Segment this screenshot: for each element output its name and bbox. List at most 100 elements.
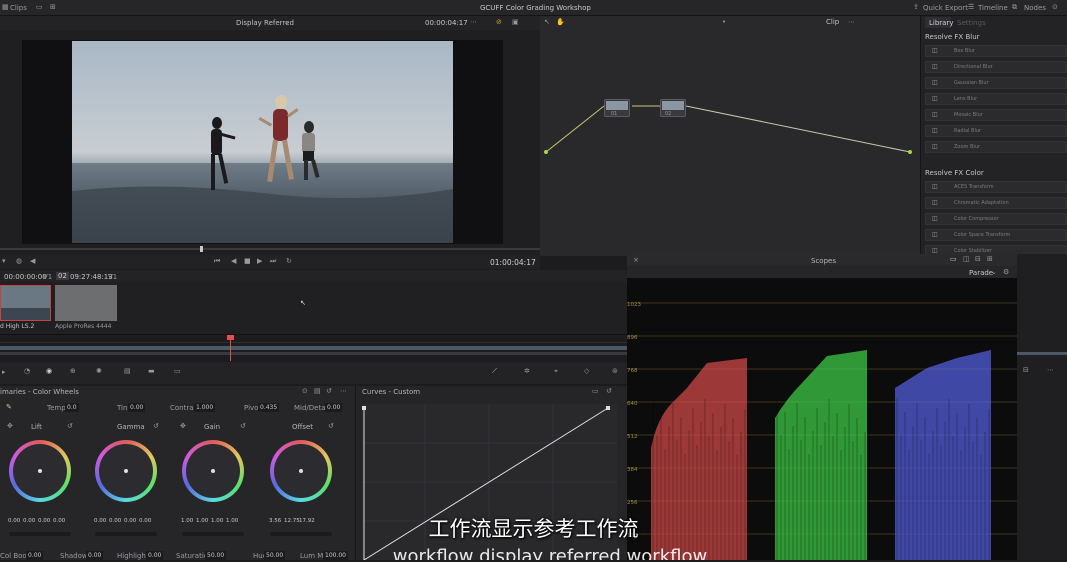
panel-options-icon[interactable]: ⊙ [302, 387, 308, 395]
hand-tool-icon[interactable]: ✋ [556, 18, 565, 26]
eyedropper-icon[interactable]: ⌖ [554, 367, 558, 376]
node-mode-dropdown[interactable]: Clip [826, 18, 839, 26]
layout-3-icon[interactable]: ⊟ [975, 255, 981, 263]
tint-field[interactable]: 0.00 [128, 403, 146, 412]
temp-field[interactable]: 0.0 [65, 403, 79, 412]
layout-1-icon[interactable]: ▭ [950, 255, 957, 263]
library-item-blur-6[interactable]: ◫ Zoom Blur [925, 141, 1067, 153]
settings-icon[interactable]: ⊙ [1052, 3, 1058, 11]
color-wheel-gain[interactable] [182, 440, 244, 502]
scope-settings-icon[interactable]: ⚙ [1003, 268, 1009, 276]
scope-mode-chevron-icon[interactable]: ⌄ [991, 268, 997, 276]
tool-4-icon[interactable]: ⊕ [70, 367, 76, 375]
quick-export-icon[interactable]: ⇪ [913, 3, 919, 11]
wheel-center-handle[interactable] [124, 469, 128, 473]
highlights-field[interactable]: 0.00 [146, 551, 164, 560]
tool-7-icon[interactable]: ▬ [148, 367, 155, 375]
wheel-center-handle[interactable] [38, 469, 42, 473]
panel-more-icon[interactable]: ⋯ [340, 387, 347, 395]
viewer-options-icon[interactable]: ⋯ [470, 18, 477, 26]
color-wheels-icon[interactable]: ◉ [46, 367, 52, 375]
layout-2-icon[interactable]: ◫ [963, 255, 970, 263]
node-options-icon[interactable]: ⋯ [848, 18, 855, 26]
panel-menu-icon[interactable]: ▤ [314, 387, 321, 395]
window-icon[interactable]: ◇ [584, 367, 589, 375]
tool-1-icon[interactable]: ▸ [2, 368, 6, 376]
viewer-mode-icon[interactable]: ▣ [512, 18, 519, 26]
loop-icon[interactable]: ▾ [2, 257, 6, 265]
tool-5-icon[interactable]: ✺ [96, 367, 102, 375]
clip-view-icon[interactable]: ▭ [36, 3, 43, 11]
contrast-field[interactable]: 1.000 [194, 403, 216, 412]
library-item-blur-0[interactable]: ◫ Box Blur [925, 45, 1067, 57]
tab-library[interactable]: Library [929, 19, 953, 27]
right-tool-2-icon[interactable]: ⋯ [1047, 366, 1054, 374]
wheel-center-handle[interactable] [299, 469, 303, 473]
library-item-color-2[interactable]: ◫ Color Compressor [925, 213, 1067, 225]
scopes-close-icon[interactable]: × [633, 256, 639, 264]
middetail-field[interactable]: 0.00 [325, 403, 343, 412]
speaker-icon[interactable]: ◀ [30, 257, 35, 265]
library-item-blur-3[interactable]: ◫ Lens Blur [925, 93, 1067, 105]
clips-menu-icon[interactable]: ▦ [2, 3, 9, 11]
clips-menu-label[interactable]: Clips [10, 4, 27, 12]
library-item-blur-4[interactable]: ◫ Mosaic Blur [925, 109, 1067, 121]
nodes-label[interactable]: Nodes [1024, 4, 1046, 12]
panel-reset-icon[interactable]: ↺ [326, 387, 332, 395]
node-01[interactable]: 01 [604, 99, 630, 117]
hue-field[interactable]: 50.00 [264, 551, 286, 560]
tool-2-icon[interactable]: ◔ [24, 367, 30, 375]
tool-6-icon[interactable]: ▤ [124, 367, 131, 375]
color-wheel-gamma[interactable] [95, 440, 157, 502]
layout-4-icon[interactable]: ⊞ [987, 255, 993, 263]
tab-settings[interactable]: Settings [957, 19, 986, 27]
play-reverse-icon[interactable]: ◀ [231, 257, 236, 265]
color-wheel-lift[interactable] [9, 440, 71, 502]
wheel-reset-icon[interactable]: ↺ [240, 422, 246, 430]
grid-view-icon[interactable]: ⊞ [50, 3, 56, 11]
colboost-field[interactable]: 0.00 [26, 551, 44, 560]
curves-reset-icon[interactable]: ↺ [606, 387, 612, 395]
wheel-reset-icon[interactable]: ↺ [67, 422, 73, 430]
node-02[interactable]: 02 [660, 99, 686, 117]
skip-start-icon[interactable]: ⏮ [214, 257, 220, 266]
clip-thumbnail-1[interactable] [0, 285, 51, 321]
scrub-handle[interactable] [200, 246, 203, 252]
chevron-down-icon[interactable]: ⌄ [284, 18, 290, 26]
wheel-reset-icon[interactable]: ↺ [328, 422, 334, 430]
timeline-icon[interactable]: ☰ [968, 3, 974, 11]
library-item-blur-5[interactable]: ◫ Radial Blur [925, 125, 1067, 137]
nodes-icon[interactable]: ⧉ [1012, 3, 1017, 12]
library-item-blur-2[interactable]: ◫ Gaussian Blur [925, 77, 1067, 89]
mini-timeline[interactable] [0, 334, 630, 361]
wheel-reset-icon[interactable]: ↺ [153, 422, 159, 430]
curves-icon[interactable]: ⟋ [492, 367, 497, 376]
curve-point-top[interactable] [606, 406, 610, 410]
tool-8-icon[interactable]: ▭ [174, 367, 181, 375]
play-icon[interactable]: ▶ [257, 257, 262, 265]
qualifier-icon[interactable]: ✲ [524, 367, 530, 375]
library-item-color-0[interactable]: ◫ ACES Transform [925, 181, 1067, 193]
quick-export-label[interactable]: Quick Export [923, 4, 968, 12]
loop-toggle-icon[interactable]: ↻ [286, 257, 292, 265]
wheel-center-handle[interactable] [211, 469, 215, 473]
bypass-icon[interactable]: ⊘ [496, 18, 502, 26]
right-tool-icon[interactable]: ⊟ [1023, 366, 1029, 374]
playhead-handle[interactable] [227, 335, 234, 340]
shadows-field[interactable]: 0.00 [86, 551, 104, 560]
scrub-bar[interactable] [0, 248, 540, 250]
pivot-field[interactable]: 0.435 [258, 403, 280, 412]
wheel-crosshair-icon[interactable]: ✥ [7, 422, 13, 430]
audio-icon[interactable]: ◍ [16, 257, 22, 265]
scope-mode-dropdown[interactable]: Parade [969, 269, 993, 277]
pointer-tool-icon[interactable]: ↖ [544, 18, 550, 26]
stop-icon[interactable]: ■ [244, 257, 251, 265]
curves-options-icon[interactable]: ▭ [592, 387, 599, 395]
color-wheel-offset[interactable] [270, 440, 332, 502]
tracker-icon[interactable]: ⊚ [612, 367, 618, 375]
white-balance-picker-icon[interactable]: ✎ [6, 403, 12, 411]
wheel-crosshair-icon[interactable]: ✥ [180, 422, 186, 430]
timeline-label[interactable]: Timeline [978, 4, 1008, 12]
library-item-blur-1[interactable]: ◫ Directional Blur [925, 61, 1067, 73]
library-item-color-3[interactable]: ◫ Color Space Transform [925, 229, 1067, 241]
